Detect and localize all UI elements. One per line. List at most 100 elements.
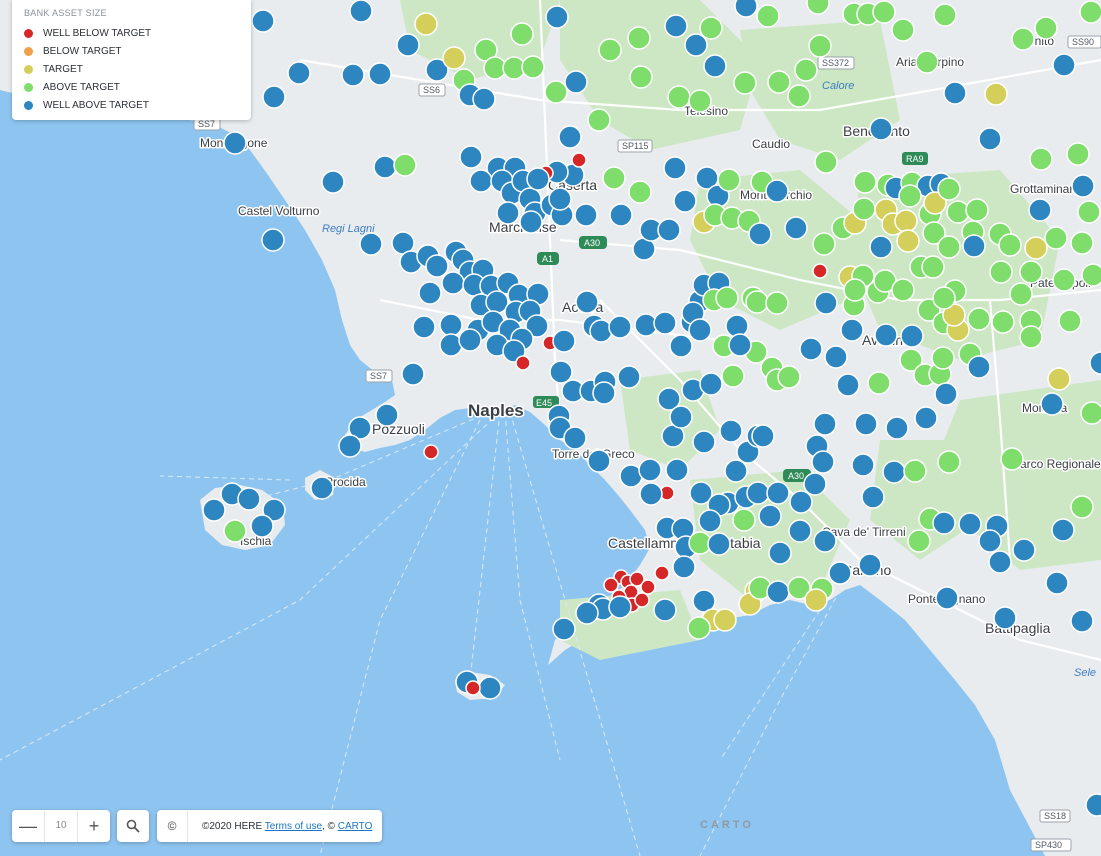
bank-marker-above[interactable]: [998, 233, 1022, 257]
bank-marker-well-above[interactable]: [669, 334, 693, 358]
bank-marker-well-below[interactable]: [465, 680, 481, 696]
bank-marker-well-above[interactable]: [1051, 518, 1075, 542]
bank-marker-above[interactable]: [715, 286, 739, 310]
bank-marker-well-above[interactable]: [653, 311, 677, 335]
bank-marker-above[interactable]: [991, 310, 1015, 334]
bank-marker-well-above[interactable]: [472, 87, 496, 111]
bank-marker-well-above[interactable]: [766, 580, 790, 604]
bank-marker-above[interactable]: [767, 70, 791, 94]
bank-marker-above[interactable]: [872, 0, 896, 24]
bank-marker-well-above[interactable]: [799, 337, 823, 361]
bank-marker-well-above[interactable]: [988, 550, 1012, 574]
bank-marker-above[interactable]: [808, 34, 832, 58]
bank-marker-well-above[interactable]: [748, 222, 772, 246]
bank-marker-above[interactable]: [717, 168, 741, 192]
bank-marker-well-above[interactable]: [803, 472, 827, 496]
bank-marker-above[interactable]: [1019, 325, 1043, 349]
bank-marker-above[interactable]: [891, 18, 915, 42]
bank-marker-well-above[interactable]: [1052, 53, 1076, 77]
bank-marker-well-above[interactable]: [1028, 198, 1052, 222]
bank-marker-well-above[interactable]: [663, 156, 687, 180]
bank-marker-well-above[interactable]: [789, 490, 813, 514]
bank-marker-well-above[interactable]: [564, 70, 588, 94]
bank-marker-well-above[interactable]: [978, 529, 1002, 553]
bank-marker-well-above[interactable]: [519, 210, 543, 234]
bank-marker-well-above[interactable]: [707, 532, 731, 556]
bank-marker-well-above[interactable]: [962, 234, 986, 258]
bank-marker-above[interactable]: [627, 26, 651, 50]
bank-marker-above[interactable]: [1019, 260, 1043, 284]
bank-marker-above[interactable]: [393, 153, 417, 177]
bank-marker-well-below[interactable]: [640, 579, 656, 595]
bank-marker-above[interactable]: [1058, 309, 1082, 333]
bank-marker-well-above[interactable]: [552, 617, 576, 641]
bank-marker-well-above[interactable]: [669, 405, 693, 429]
bank-marker-above[interactable]: [907, 529, 931, 553]
bank-marker-well-above[interactable]: [958, 512, 982, 536]
bank-marker-well-above[interactable]: [287, 61, 311, 85]
bank-marker-well-above[interactable]: [914, 406, 938, 430]
bank-marker-well-above[interactable]: [814, 291, 838, 315]
bank-marker-well-below[interactable]: [515, 355, 531, 371]
bank-marker-well-above[interactable]: [1071, 174, 1095, 198]
bank-marker-above[interactable]: [1009, 282, 1033, 306]
search-button[interactable]: [117, 810, 149, 842]
bank-marker-well-above[interactable]: [703, 54, 727, 78]
bank-marker-well-above[interactable]: [359, 232, 383, 256]
bank-marker-well-above[interactable]: [813, 529, 837, 553]
zoom-out-button[interactable]: —: [12, 810, 44, 842]
bank-marker-well-above[interactable]: [840, 318, 864, 342]
bank-marker-well-above[interactable]: [758, 504, 782, 528]
bank-marker-above[interactable]: [667, 85, 691, 109]
bank-marker-well-above[interactable]: [1045, 571, 1069, 595]
bank-marker-well-above[interactable]: [836, 373, 860, 397]
bank-marker-well-above[interactable]: [589, 319, 613, 343]
bank-marker-well-above[interactable]: [563, 426, 587, 450]
bank-marker-well-above[interactable]: [978, 127, 1002, 151]
bank-marker-above[interactable]: [812, 232, 836, 256]
bank-marker-well-above[interactable]: [459, 145, 483, 169]
bank-marker-well-above[interactable]: [813, 412, 837, 436]
bank-marker-well-above[interactable]: [592, 381, 616, 405]
bank-marker-well-above[interactable]: [575, 601, 599, 625]
bank-marker-well-above[interactable]: [869, 117, 893, 141]
bank-marker-above[interactable]: [933, 3, 957, 27]
bank-marker-above[interactable]: [814, 150, 838, 174]
bank-marker-well-above[interactable]: [478, 676, 502, 700]
bank-marker-above[interactable]: [1052, 268, 1076, 292]
bank-marker-well-above[interactable]: [321, 170, 345, 194]
bank-marker-above[interactable]: [721, 364, 745, 388]
bank-marker-well-above[interactable]: [418, 281, 442, 305]
bank-marker-above[interactable]: [1080, 401, 1101, 425]
bank-marker-well-above[interactable]: [882, 460, 906, 484]
bank-marker-above[interactable]: [903, 459, 927, 483]
bank-marker-well-above[interactable]: [617, 365, 641, 389]
bank-marker-target[interactable]: [414, 12, 438, 36]
bank-marker-above[interactable]: [732, 508, 756, 532]
bank-marker-well-above[interactable]: [828, 561, 852, 585]
bank-marker-well-above[interactable]: [251, 9, 275, 33]
bank-marker-well-above[interactable]: [1012, 538, 1036, 562]
bank-marker-well-above[interactable]: [441, 271, 465, 295]
bank-marker-above[interactable]: [777, 365, 801, 389]
bank-marker-above[interactable]: [1079, 0, 1101, 24]
bank-marker-well-above[interactable]: [698, 509, 722, 533]
bank-marker-well-above[interactable]: [373, 155, 397, 179]
bank-marker-well-above[interactable]: [673, 189, 697, 213]
bank-marker-above[interactable]: [521, 55, 545, 79]
bank-marker-well-above[interactable]: [885, 416, 909, 440]
terms-of-use-link[interactable]: Terms of use: [265, 821, 322, 832]
bank-marker-above[interactable]: [932, 286, 956, 310]
bank-marker-target[interactable]: [804, 588, 828, 612]
bank-marker-above[interactable]: [628, 180, 652, 204]
bank-marker-well-above[interactable]: [237, 487, 261, 511]
bank-marker-above[interactable]: [1029, 147, 1053, 171]
bank-marker-target[interactable]: [442, 46, 466, 70]
bank-marker-well-above[interactable]: [368, 62, 392, 86]
bank-marker-well-above[interactable]: [688, 318, 712, 342]
bank-marker-well-above[interactable]: [338, 434, 362, 458]
bank-marker-well-above[interactable]: [310, 476, 334, 500]
bank-marker-above[interactable]: [1011, 27, 1035, 51]
bank-marker-well-above[interactable]: [1070, 609, 1094, 633]
bank-marker-well-above[interactable]: [262, 85, 286, 109]
